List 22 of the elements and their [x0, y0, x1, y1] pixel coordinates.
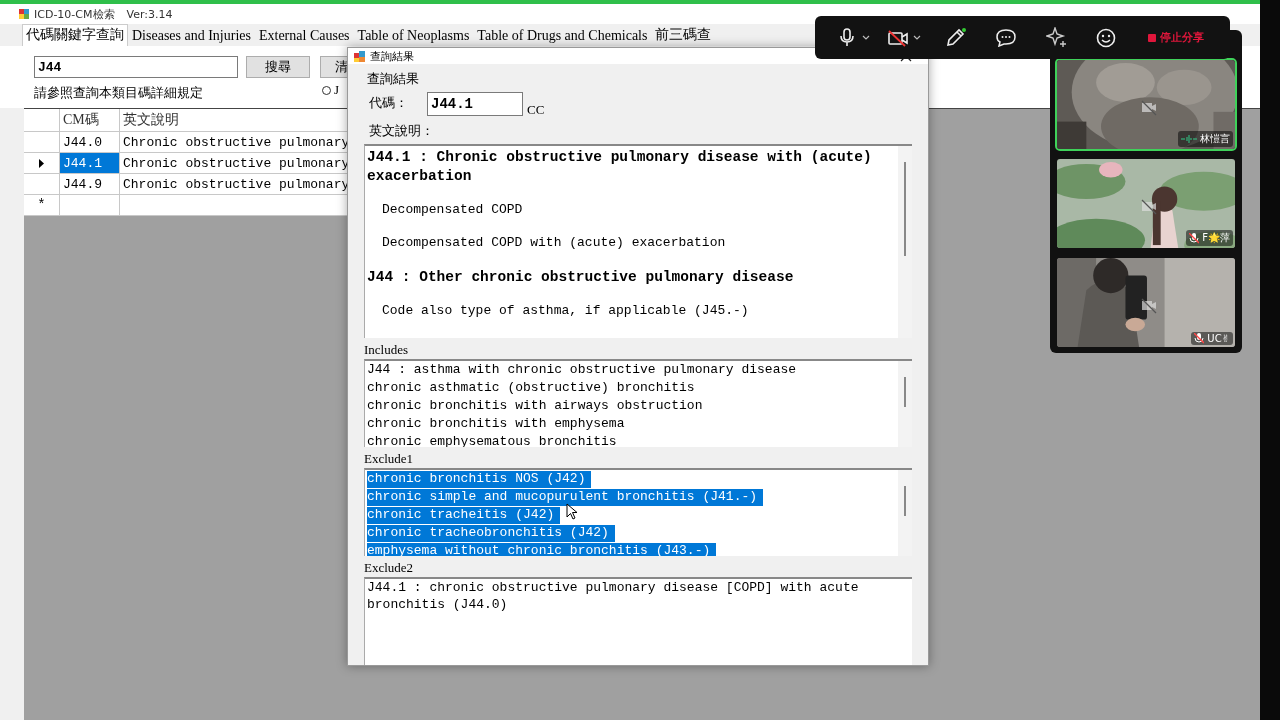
hint-text: 請參照查詢本類目碼詳細規定 — [34, 84, 204, 102]
participant-name: 林愷言 — [1200, 132, 1230, 146]
section-label: Includes — [364, 342, 410, 359]
field-label: 英文說明： — [369, 122, 435, 140]
participant-name: UC✌ — [1207, 333, 1230, 344]
window-title: ICD-10-CM檢索 — [34, 6, 115, 22]
new-row-marker: * — [24, 195, 60, 216]
field-label: 代碼： — [369, 94, 409, 112]
group-label: 查詢結果 — [367, 70, 420, 86]
participant-name: F🌟萍 — [1202, 231, 1230, 245]
note-text: Decompensated COPD with (acute) exacerbation — [381, 235, 727, 250]
note-text: Code also type of asthma, if applicable (J45.-) — [381, 303, 750, 318]
section-label: Exclude1 — [364, 451, 415, 468]
code-heading: J44 : Other chronic obstructive pulmonary disease — [367, 268, 795, 287]
column-header: 英文說明 — [120, 109, 349, 132]
note-text: Decompensated COPD — [381, 202, 524, 217]
cc-label: CC — [527, 102, 545, 118]
dialog-title: 查詢結果 — [370, 48, 414, 64]
code-heading: J44.1 : Chronic obstructive pulmonary disease with (acute) exacerbation — [367, 148, 873, 186]
section-label: Exclude2 — [364, 560, 415, 577]
version-label: Ver:3.14 — [126, 7, 173, 21]
column-header: CM碼 — [60, 109, 120, 132]
